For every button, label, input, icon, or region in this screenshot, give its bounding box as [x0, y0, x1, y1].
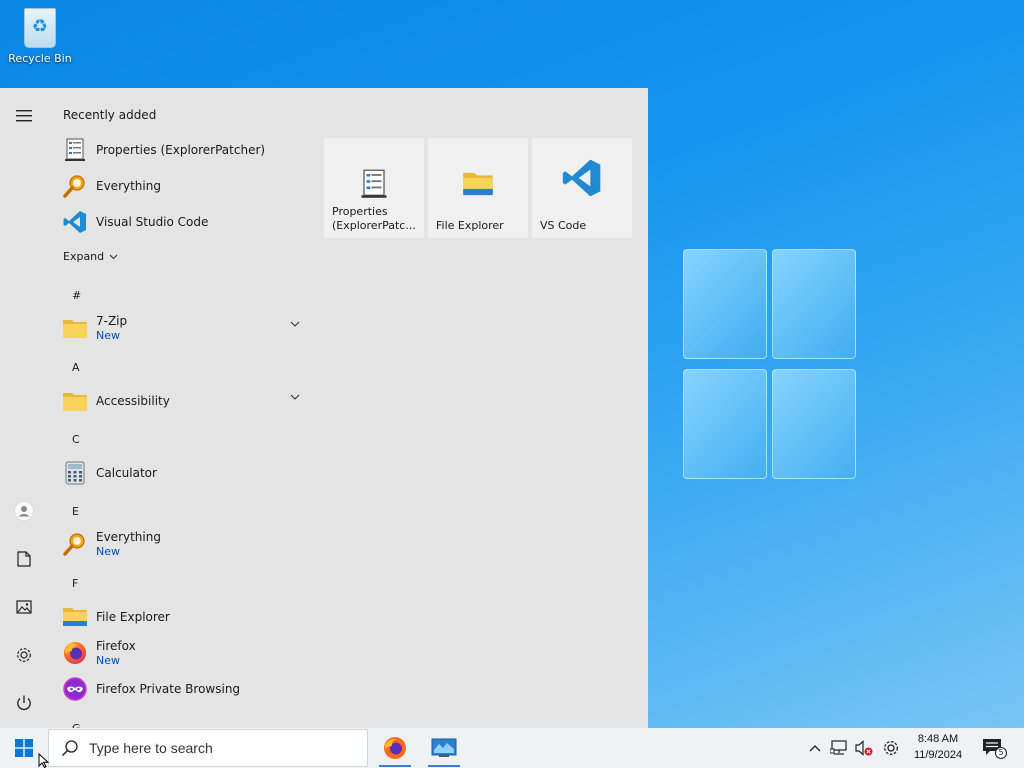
tile-properties[interactable]: Properties (ExplorerPatc...	[324, 138, 424, 238]
app-name: Visual Studio Code	[96, 215, 209, 229]
running-indicator	[428, 765, 460, 767]
taskbar: Type here to search 8:48 AM 11/9/2024 5	[0, 728, 1024, 768]
chevron-down-icon[interactable]	[290, 321, 300, 327]
everything-icon	[62, 173, 88, 199]
recycle-bin-icon	[24, 8, 56, 48]
folder-icon	[62, 315, 88, 341]
taskbar-clock[interactable]: 8:48 AM 11/9/2024	[906, 731, 970, 763]
recent-item-vscode[interactable]: Visual Studio Code	[48, 204, 312, 240]
expand-button[interactable]: Expand	[63, 250, 118, 263]
power-button[interactable]	[8, 687, 40, 719]
letter-header[interactable]: E	[72, 505, 79, 518]
app-list: Recently added Properties (ExplorerPatch…	[48, 88, 312, 728]
app-name: Firefox Private Browsing	[96, 682, 241, 696]
folder-icon	[62, 388, 88, 414]
app-name: 7-Zip	[96, 314, 128, 328]
recycle-bin-label: Recycle Bin	[8, 52, 72, 65]
vscode-icon	[62, 209, 88, 235]
mouse-cursor-icon	[38, 753, 50, 768]
running-indicator	[379, 765, 411, 767]
expand-label: Expand	[63, 250, 105, 263]
user-account-button[interactable]	[8, 495, 40, 527]
everything-icon	[62, 531, 88, 557]
app-item-accessibility[interactable]: Accessibility	[48, 383, 312, 419]
power-icon	[17, 695, 31, 711]
windows-logo-icon	[15, 739, 33, 757]
app-name: Calculator	[96, 466, 157, 480]
new-badge: New	[96, 329, 120, 342]
file-explorer-icon	[62, 604, 88, 630]
app-item-firefox[interactable]: Firefox New	[48, 635, 312, 671]
clock-date: 11/9/2024	[913, 749, 963, 761]
chevron-down-icon	[109, 254, 118, 259]
recent-item-properties[interactable]: Properties (ExplorerPatcher)	[48, 132, 312, 168]
app-name: Everything	[96, 179, 161, 193]
taskbar-search-box[interactable]: Type here to search	[48, 729, 368, 767]
taskbar-app-firefox[interactable]	[375, 728, 415, 768]
recent-item-everything[interactable]: Everything	[48, 168, 312, 204]
windows-wallpaper-logo	[683, 249, 857, 481]
hamburger-menu-button[interactable]	[8, 100, 40, 132]
firefox-icon	[384, 737, 406, 759]
start-menu: Recently added Properties (ExplorerPatch…	[0, 88, 648, 728]
network-icon	[830, 740, 847, 755]
app-item-firefox-private[interactable]: Firefox Private Browsing	[48, 671, 312, 707]
control-panel-icon	[431, 738, 457, 757]
notification-center-button[interactable]: 5	[978, 728, 1008, 768]
tile-vscode[interactable]: VS Code	[532, 138, 632, 238]
chevron-up-icon	[809, 745, 821, 752]
network-button[interactable]	[827, 728, 851, 768]
notification-count-badge: 5	[995, 747, 1007, 759]
recycle-bin-shortcut[interactable]: Recycle Bin	[4, 8, 76, 65]
user-avatar-icon	[14, 501, 34, 521]
app-name: Accessibility	[96, 394, 170, 408]
search-placeholder: Type here to search	[89, 740, 213, 756]
letter-header[interactable]: #	[72, 289, 81, 302]
app-item-7zip[interactable]: 7-Zip New	[48, 310, 312, 346]
calculator-icon	[62, 460, 88, 486]
gear-icon	[17, 648, 31, 662]
app-name: File Explorer	[96, 610, 170, 624]
taskbar-app-control-panel[interactable]	[424, 728, 464, 768]
file-explorer-icon	[462, 168, 494, 200]
settings-button[interactable]	[8, 639, 40, 671]
tray-settings-button[interactable]	[879, 728, 903, 768]
settings-icon	[884, 741, 898, 755]
properties-icon	[62, 137, 88, 163]
firefox-icon	[62, 640, 88, 666]
tile-label: File Explorer	[436, 219, 504, 232]
vscode-icon	[562, 158, 602, 198]
letter-header[interactable]: C	[72, 433, 80, 446]
document-icon	[17, 551, 31, 567]
documents-button[interactable]	[8, 543, 40, 575]
tile-label: Properties (ExplorerPatc...	[332, 205, 416, 232]
tile-label: VS Code	[540, 219, 587, 232]
pictures-button[interactable]	[8, 591, 40, 623]
app-item-file-explorer[interactable]: File Explorer	[48, 599, 312, 635]
show-hidden-icons-button[interactable]	[805, 728, 825, 768]
app-name: Properties (ExplorerPatcher)	[96, 143, 266, 157]
app-name: Everything	[96, 530, 161, 544]
clock-time: 8:48 AM	[917, 733, 959, 745]
search-icon	[61, 739, 81, 757]
pictures-icon	[16, 600, 32, 614]
chevron-down-icon[interactable]	[290, 394, 300, 400]
new-badge: New	[96, 545, 120, 558]
start-menu-rail	[0, 88, 48, 728]
volume-muted-icon	[855, 740, 873, 756]
recently-added-heading: Recently added	[63, 108, 157, 122]
volume-button[interactable]	[852, 728, 876, 768]
app-name: Firefox	[96, 639, 136, 653]
app-item-calculator[interactable]: Calculator	[48, 455, 312, 491]
letter-header[interactable]: A	[72, 361, 80, 374]
new-badge: New	[96, 654, 120, 667]
tile-file-explorer[interactable]: File Explorer	[428, 138, 528, 238]
properties-icon	[358, 168, 390, 200]
firefox-private-icon	[62, 676, 88, 702]
app-item-everything[interactable]: Everything New	[48, 526, 312, 562]
letter-header[interactable]: F	[72, 577, 78, 590]
hamburger-icon	[16, 110, 32, 122]
